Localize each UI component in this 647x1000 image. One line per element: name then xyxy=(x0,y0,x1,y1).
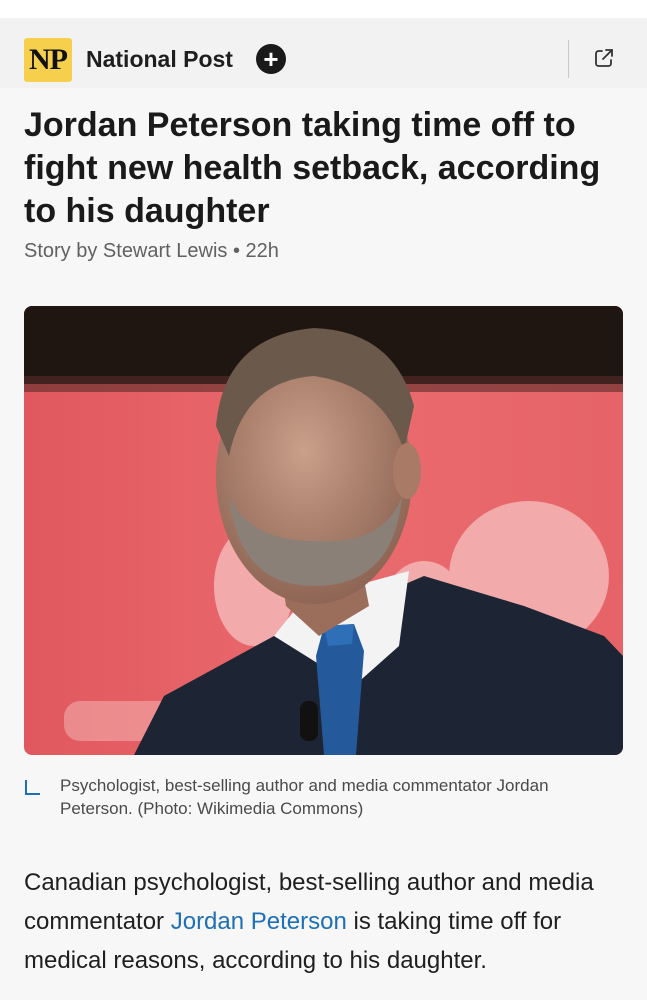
publisher-header: NP National Post + xyxy=(0,18,647,88)
article-body: Canadian psychologist, best-selling auth… xyxy=(24,863,634,980)
external-link-icon[interactable] xyxy=(592,46,616,70)
top-strip xyxy=(0,0,647,18)
publisher-logo[interactable]: NP xyxy=(24,38,72,82)
article-photo[interactable] xyxy=(24,306,623,755)
jordan-peterson-link[interactable]: Jordan Peterson xyxy=(171,908,347,935)
article-title: Jordan Peterson taking time off to fight… xyxy=(24,106,601,230)
header-divider xyxy=(568,40,569,78)
caption-icon xyxy=(24,778,42,796)
article-byline: Story by Stewart Lewis • 22h xyxy=(24,240,279,262)
photo-caption: Psychologist, best-selling author and me… xyxy=(60,776,549,818)
photo-illustration xyxy=(24,306,623,755)
follow-button[interactable]: + xyxy=(256,44,286,74)
publisher-name[interactable]: National Post xyxy=(86,46,233,73)
